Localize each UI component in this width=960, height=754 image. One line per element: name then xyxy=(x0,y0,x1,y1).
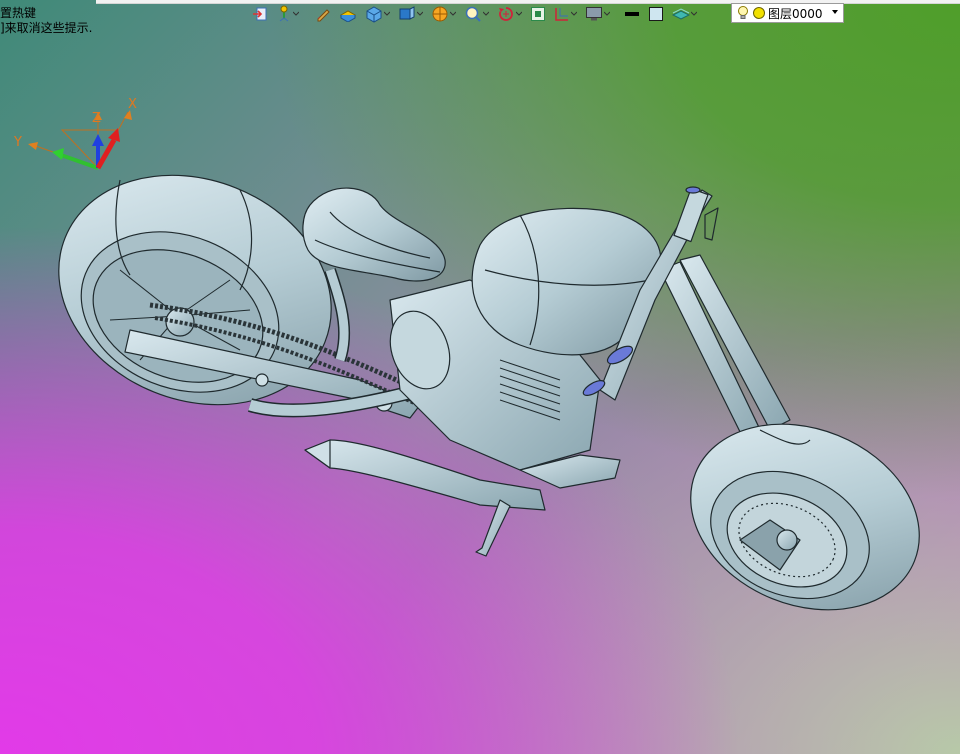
axis-z-label: Z xyxy=(92,111,101,126)
axis-x-label: X xyxy=(128,97,137,112)
seat xyxy=(302,187,446,282)
front-wheel xyxy=(690,423,920,611)
axis-triad: Y X Z xyxy=(13,97,137,170)
model-canvas[interactable]: Y X Z xyxy=(0,0,960,754)
motorcycle-model xyxy=(58,174,920,611)
axis-y-label: Y xyxy=(13,135,22,150)
rear-wheel xyxy=(58,174,332,406)
kickstand xyxy=(475,499,511,557)
